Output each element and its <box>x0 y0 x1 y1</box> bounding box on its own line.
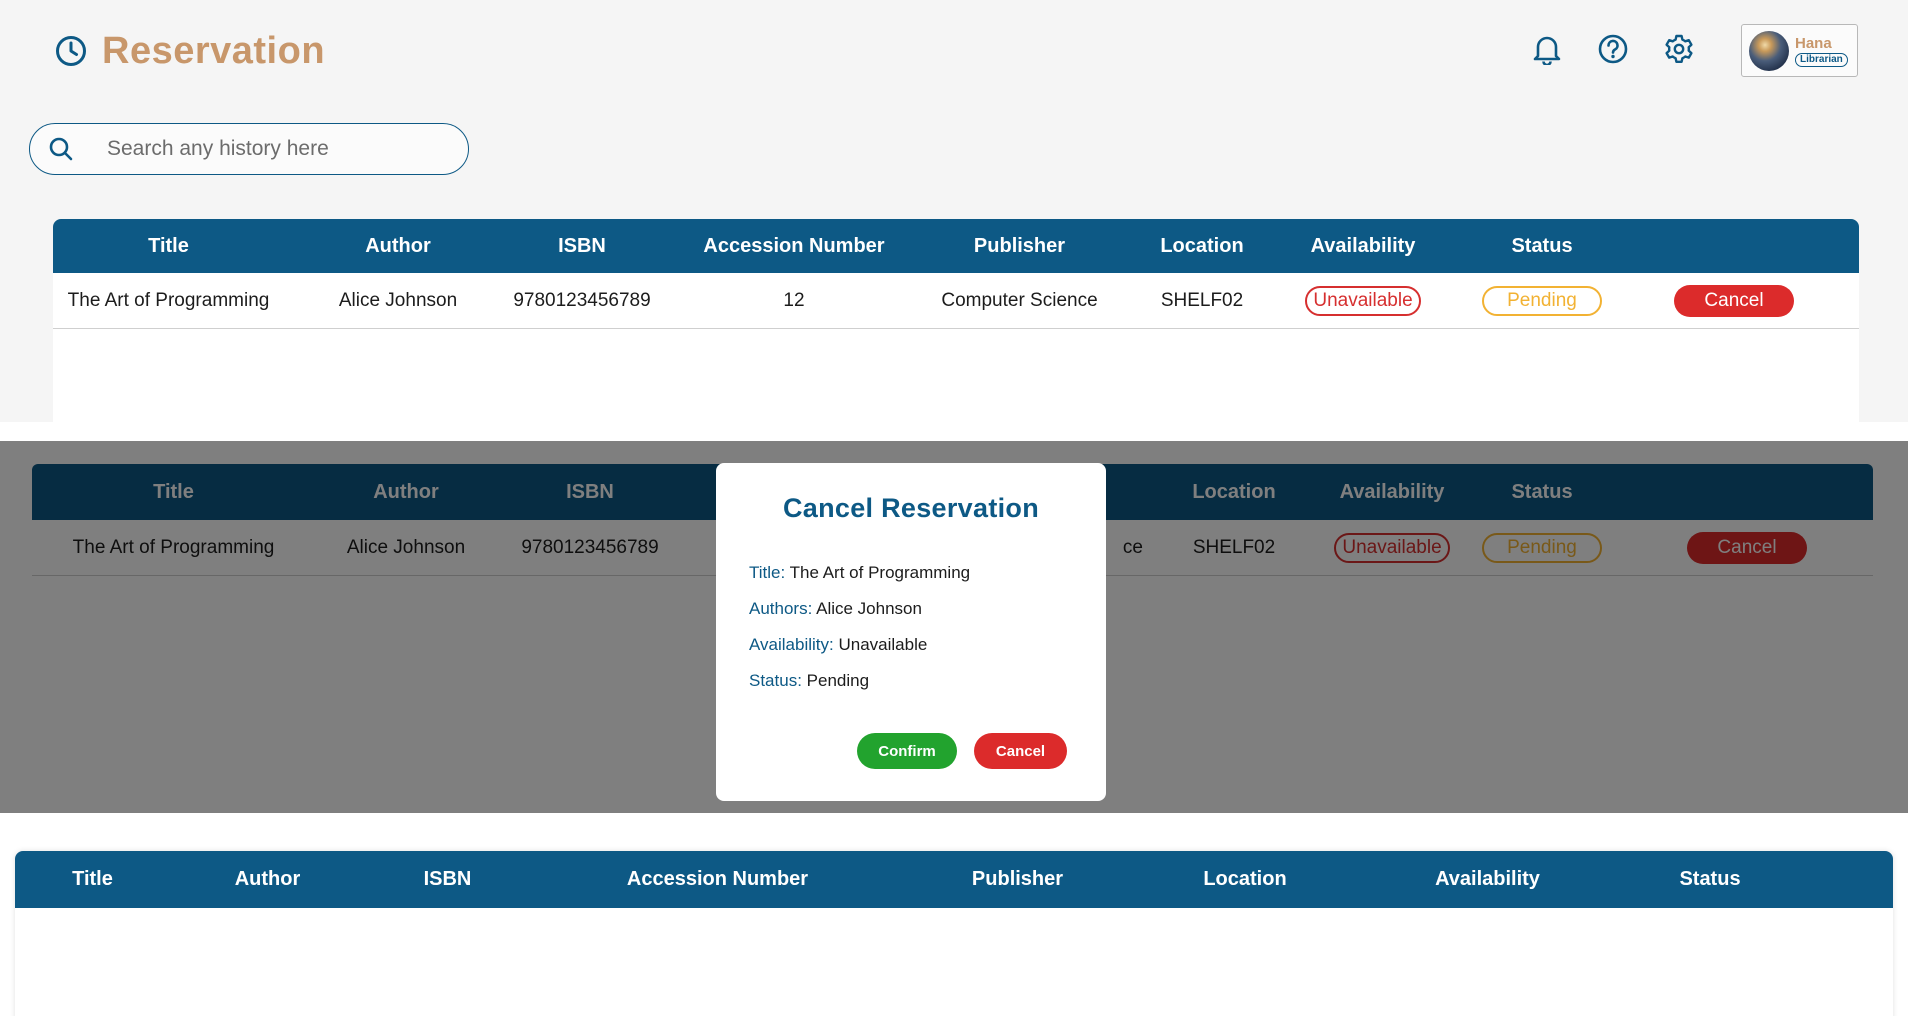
modal-field-status: Status: Pending <box>749 671 869 691</box>
cell-author: Alice Johnson <box>338 289 458 311</box>
user-name: Hana <box>1795 34 1832 52</box>
user-profile-card[interactable]: Hana Librarian <box>1741 24 1858 77</box>
modal-field-label: Title: <box>749 563 786 582</box>
cell-action: Cancel <box>1659 284 1809 317</box>
gear-icon[interactable] <box>1662 32 1696 66</box>
column-header-isbn: ISBN <box>558 234 606 257</box>
column-header-isbn: ISBN <box>423 868 472 890</box>
availability-badge: Unavailable <box>1305 285 1421 316</box>
modal-field-value: Pending <box>806 671 870 690</box>
cell-isbn: 9780123456789 <box>513 289 651 311</box>
search-input[interactable] <box>107 137 427 161</box>
modal-field-title: Title: The Art of Programming <box>749 563 970 583</box>
cell-status: Pending <box>1425 285 1659 316</box>
user-info: Hana Librarian <box>1795 35 1848 67</box>
page-title: Reservation <box>102 29 326 72</box>
modal-cancel-button[interactable]: Cancel <box>974 733 1067 769</box>
modal-field-label: Status: <box>749 671 802 690</box>
column-header-status: Status <box>1679 868 1741 890</box>
cell-availability: Unavailable <box>1301 285 1425 316</box>
user-role-badge: Librarian <box>1795 52 1848 67</box>
empty-reservation-view: Title Author ISBN Accession Number Publi… <box>0 833 1908 1016</box>
clock-icon <box>54 34 88 68</box>
modal-field-label: Authors: <box>749 599 813 618</box>
cell-location: SHELF02 <box>1160 289 1244 311</box>
modal-field-availability: Availability: Unavailable <box>749 635 927 655</box>
column-header-accession-number: Accession Number <box>626 868 809 890</box>
column-header-location: Location <box>1203 868 1287 890</box>
modal-title: Cancel Reservation <box>782 493 1039 523</box>
help-icon[interactable] <box>1596 32 1630 66</box>
cell-publisher: Computer Science <box>941 289 1098 311</box>
column-header-accession-number: Accession Number <box>703 234 885 257</box>
column-header-author: Author <box>365 234 431 257</box>
cell-accession-number: 12 <box>783 289 805 311</box>
cell-title: The Art of Programming <box>67 289 270 311</box>
table-row: The Art of Programming Alice Johnson 978… <box>53 273 1859 329</box>
modal-field-authors: Authors: Alice Johnson <box>749 599 922 619</box>
table-header: Title Author ISBN Accession Number Publi… <box>53 219 1859 273</box>
cancel-reservation-dialog-view: Title Author ISBN Location Availability … <box>0 441 1908 813</box>
header-actions <box>1530 32 1728 66</box>
column-header-title: Title <box>148 234 189 257</box>
modal-field-value: Alice Johnson <box>816 599 922 618</box>
column-header-availability: Availability <box>1310 234 1416 257</box>
column-header-publisher: Publisher <box>973 234 1066 257</box>
cancel-reservation-button[interactable]: Cancel <box>1674 284 1794 317</box>
column-header-status: Status <box>1511 234 1573 257</box>
modal-field-value: The Art of Programming <box>789 563 971 582</box>
page-header: Reservation <box>54 28 325 74</box>
modal-field-label: Availability: <box>749 635 834 654</box>
search-bar[interactable] <box>29 123 469 175</box>
modal-field-value: Unavailable <box>838 635 928 654</box>
avatar <box>1749 30 1789 71</box>
column-header-author: Author <box>234 868 301 890</box>
column-header-availability: Availability <box>1435 868 1540 890</box>
column-header-location: Location <box>1160 234 1244 257</box>
status-badge: Pending <box>1482 285 1602 316</box>
search-icon <box>48 136 74 162</box>
reservation-table: Title Author ISBN Accession Number Publi… <box>53 219 1859 422</box>
table-header: Title Author ISBN Accession Number Publi… <box>15 851 1893 908</box>
reservation-table-empty: Title Author ISBN Accession Number Publi… <box>15 851 1893 1016</box>
reservation-page: Reservation Hana Librarian Title Author … <box>0 0 1908 422</box>
column-header-publisher: Publisher <box>971 868 1064 890</box>
confirm-button[interactable]: Confirm <box>857 733 957 769</box>
cancel-reservation-modal: Cancel Reservation Title: The Art of Pro… <box>716 463 1106 801</box>
bell-icon[interactable] <box>1530 32 1564 66</box>
column-header-title: Title <box>72 868 113 890</box>
